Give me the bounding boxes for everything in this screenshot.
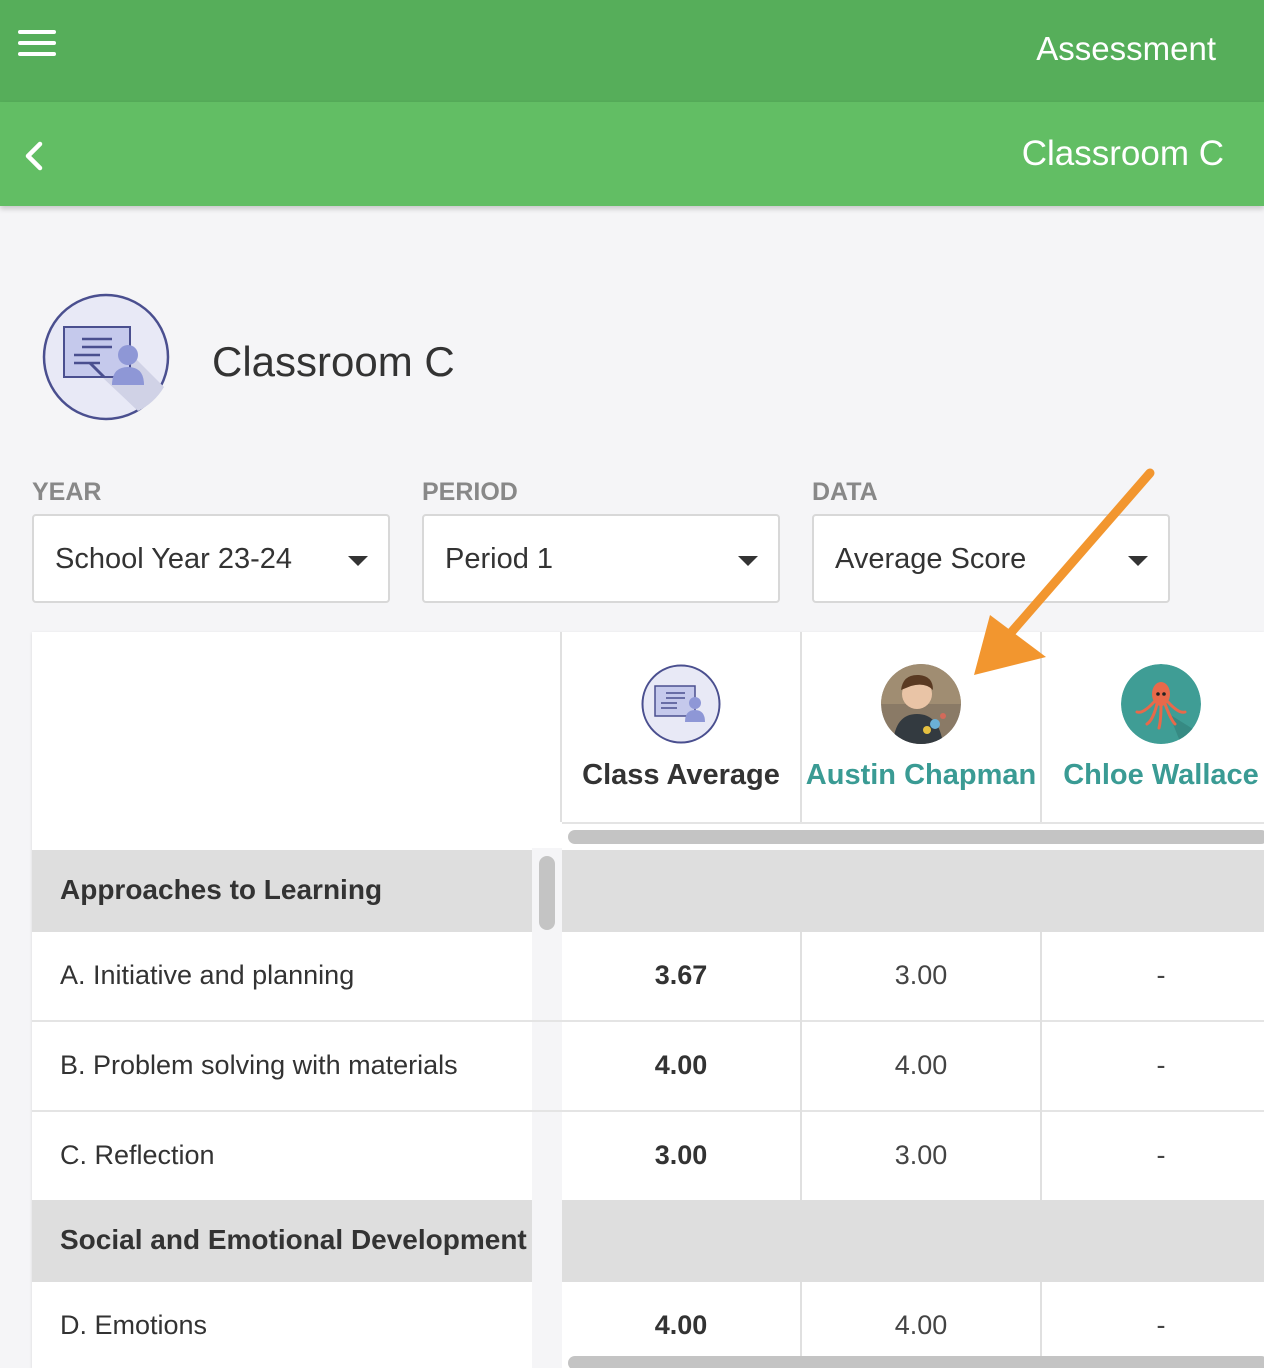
period-filter: PERIOD Period 1 — [422, 478, 782, 603]
class-average-value: 3.67 — [654, 960, 708, 990]
sub-header-title: Classroom C — [1021, 134, 1224, 173]
period-label: PERIOD — [422, 478, 518, 506]
column-gutter — [532, 1282, 562, 1368]
year-select-value: School Year 23-24 — [55, 543, 293, 575]
student-name: Austin Chapman — [805, 759, 1037, 791]
student-score: - — [1156, 1310, 1166, 1340]
column-divider — [800, 932, 802, 1200]
student-score: - — [1156, 1140, 1166, 1170]
chevron-left-icon[interactable] — [20, 138, 50, 174]
student-score: 4.00 — [894, 1050, 948, 1080]
vertical-scrollbar[interactable] — [539, 856, 555, 930]
app-bar: Assessment — [0, 0, 1264, 102]
table-row: A. Initiative and planning 3.67 3.00 - — [32, 932, 1264, 1022]
data-label: DATA — [812, 478, 878, 506]
class-average-value: 4.00 — [654, 1050, 708, 1080]
app-title: Assessment — [1036, 30, 1216, 67]
row-label: D. Emotions — [60, 1310, 208, 1340]
dropdown-caret-icon — [738, 556, 758, 566]
teacher-at-board-icon — [42, 293, 170, 421]
column-name: Class Average — [582, 759, 780, 791]
period-select-value: Period 1 — [445, 543, 554, 575]
header-divider — [562, 822, 1264, 824]
section-row: Approaches to Learning — [32, 850, 1264, 932]
student-score: 4.00 — [894, 1310, 948, 1340]
column-gutter — [532, 1112, 562, 1200]
column-header-student[interactable]: Austin Chapman — [802, 632, 1040, 822]
student-score: - — [1156, 1050, 1166, 1080]
student-score: 3.00 — [894, 1140, 948, 1170]
column-gutter — [532, 1022, 562, 1110]
class-average-value: 4.00 — [654, 1310, 708, 1340]
section-row: Social and Emotional Development — [32, 1200, 1264, 1282]
horizontal-scrollbar[interactable] — [568, 830, 1264, 844]
data-filter: DATA Average Score — [812, 478, 1172, 603]
column-header-student[interactable]: Chloe Wallace — [1042, 632, 1264, 822]
column-gutter — [532, 932, 562, 1020]
student-photo-avatar — [881, 664, 961, 744]
student-name: Chloe Wallace — [1063, 759, 1259, 791]
dropdown-caret-icon — [348, 556, 368, 566]
period-select[interactable]: Period 1 — [422, 514, 780, 603]
column-divider — [1040, 932, 1042, 1200]
class-average-value: 3.00 — [654, 1140, 708, 1170]
student-score: - — [1156, 960, 1166, 990]
data-select-value: Average Score — [835, 543, 1027, 575]
data-select[interactable]: Average Score — [812, 514, 1170, 603]
dropdown-caret-icon — [1128, 556, 1148, 566]
octopus-avatar — [1121, 664, 1201, 744]
row-label: C. Reflection — [60, 1140, 215, 1170]
table-row: C. Reflection 3.00 3.00 - — [32, 1112, 1264, 1202]
year-label: YEAR — [32, 478, 102, 506]
row-label: B. Problem solving with materials — [60, 1050, 458, 1080]
scores-table: Class Average Austin Chapman Chloe Walla… — [32, 632, 1264, 1368]
year-select[interactable]: School Year 23-24 — [32, 514, 390, 603]
section-label: Approaches to Learning — [60, 874, 383, 905]
row-label: A. Initiative and planning — [60, 960, 355, 990]
horizontal-scrollbar[interactable] — [568, 1356, 1264, 1368]
hamburger-menu-icon[interactable] — [18, 30, 56, 60]
year-filter: YEAR School Year 23-24 — [32, 478, 392, 603]
classroom-name: Classroom C — [212, 338, 455, 385]
column-gutter — [532, 1200, 562, 1282]
teacher-at-board-icon — [641, 664, 721, 744]
column-header-class-average[interactable]: Class Average — [562, 632, 800, 822]
table-row: B. Problem solving with materials 4.00 4… — [32, 1022, 1264, 1112]
student-score: 3.00 — [894, 960, 948, 990]
sub-header: Classroom C — [0, 102, 1264, 206]
section-label: Social and Emotional Development — [60, 1224, 527, 1255]
